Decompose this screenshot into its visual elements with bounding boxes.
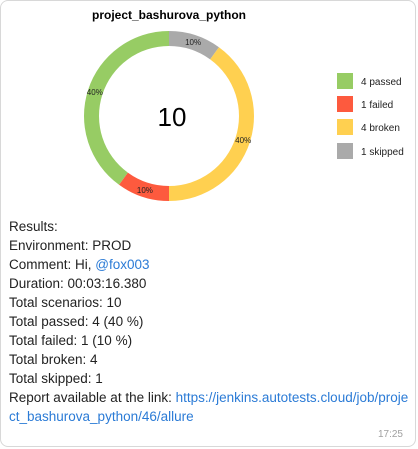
results-heading: Results: bbox=[9, 219, 58, 234]
environment-line: Environment: PROD bbox=[9, 236, 409, 255]
total-skipped-line: Total skipped: 1 bbox=[9, 371, 103, 386]
slice-label-broken: 40% bbox=[235, 136, 251, 145]
slice-label-passed: 40% bbox=[87, 88, 103, 97]
legend-label-failed: 1 failed bbox=[361, 100, 393, 111]
legend-swatch-broken bbox=[337, 119, 353, 135]
report-label: Report available at the link: bbox=[9, 390, 176, 405]
legend: 4 passed 1 failed 4 broken 1 skipped bbox=[337, 73, 404, 159]
total-scenarios-line: Total scenarios: 10 bbox=[9, 295, 122, 310]
environment-value: PROD bbox=[92, 238, 132, 253]
slice-passed bbox=[83, 31, 169, 185]
total-count: 10 bbox=[158, 102, 187, 132]
legend-label-skipped: 1 skipped bbox=[361, 147, 404, 158]
legend-swatch-skipped bbox=[337, 143, 353, 159]
environment-label: Environment: bbox=[9, 238, 93, 253]
total-failed-line: Total failed: 1 (10 %) bbox=[9, 333, 133, 348]
comment-line: Comment: Hi, @fox003 bbox=[9, 255, 409, 274]
total-passed-line: Total passed: 4 (40 %) bbox=[9, 314, 144, 329]
legend-swatch-passed bbox=[337, 73, 353, 89]
comment-label: Comment: Hi, bbox=[9, 257, 96, 272]
chart-title: project_bashurova_python bbox=[92, 8, 246, 22]
message-bubble: project_bashurova_python 10% 40% 10% 40% 10… bbox=[0, 0, 416, 447]
message-time: 17:25 bbox=[377, 429, 403, 440]
legend-swatch-failed bbox=[337, 96, 353, 112]
allure-summary-chart: project_bashurova_python 10% 40% 10% 40% 10… bbox=[83, 8, 404, 202]
legend-label-passed: 4 passed bbox=[361, 77, 402, 88]
duration-line: Duration: 00:03:16.380 bbox=[9, 276, 147, 291]
report-line: Report available at the link: https://je… bbox=[9, 388, 409, 426]
slice-label-failed: 10% bbox=[137, 186, 153, 195]
total-broken-line: Total broken: 4 bbox=[9, 352, 98, 367]
mention-link[interactable]: @fox003 bbox=[95, 257, 149, 272]
legend-label-broken: 4 broken bbox=[361, 123, 400, 134]
results-text: Results: Environment: PROD Comment: Hi, … bbox=[9, 217, 409, 426]
slice-label-skipped: 10% bbox=[185, 38, 201, 47]
